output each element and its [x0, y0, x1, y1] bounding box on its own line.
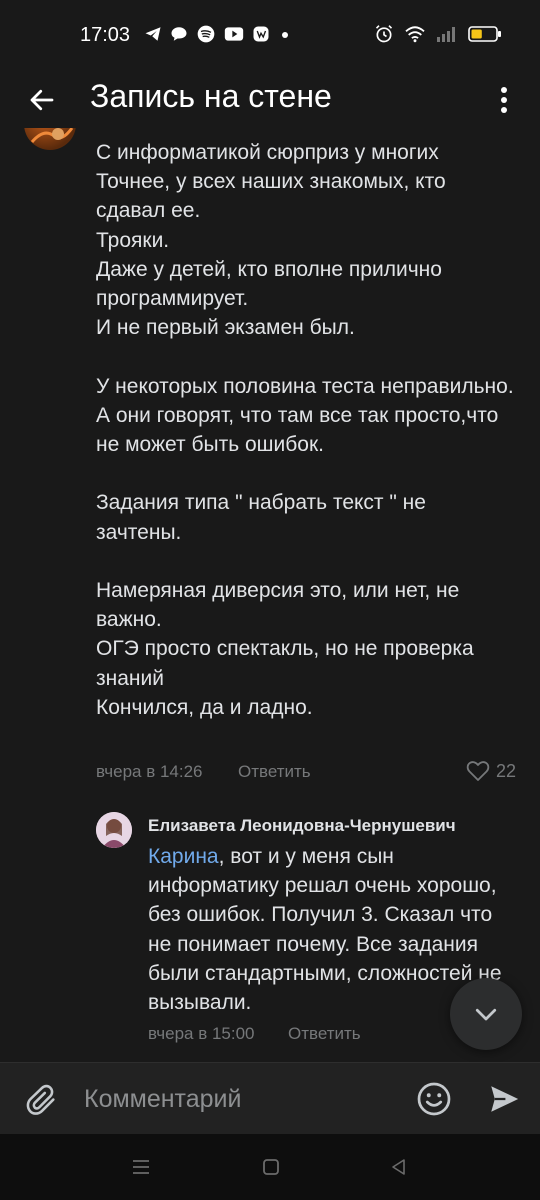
avatar[interactable]: [24, 128, 76, 150]
smile-icon: [417, 1082, 451, 1116]
home-button[interactable]: [256, 1154, 286, 1180]
more-vertical-icon: [501, 87, 507, 113]
status-bar: 17:03: [0, 0, 540, 72]
avatar-image: [30, 128, 74, 144]
reply-time: вчера в 15:00: [148, 1024, 255, 1043]
chevron-down-icon: [475, 1008, 497, 1021]
reply-author[interactable]: Елизавета Леонидовна-Чернушевич: [148, 816, 528, 836]
comment-input[interactable]: [84, 1077, 384, 1121]
status-system-icons: [374, 24, 502, 44]
like-count: 22: [495, 760, 516, 781]
scroll-down-button[interactable]: [450, 978, 522, 1050]
reply-button[interactable]: Ответить: [238, 762, 311, 782]
like-button[interactable]: 22: [466, 760, 516, 782]
comment-meta: вчера в 14:26 Ответить 22: [96, 758, 516, 786]
youtube-icon: [224, 27, 244, 41]
signal-icon: [437, 27, 455, 42]
telegram-icon: [145, 27, 161, 41]
send-icon: [491, 1086, 519, 1112]
app-bar: Запись на стене: [0, 72, 540, 128]
system-navigation-bar: [0, 1134, 540, 1200]
spotify-icon: [197, 25, 215, 43]
heart-icon: [466, 761, 490, 781]
more-options-button[interactable]: [494, 82, 514, 118]
square-icon: [263, 1159, 279, 1175]
avatar[interactable]: [96, 812, 132, 848]
chat-icon: [171, 27, 187, 41]
reply-button[interactable]: Ответить: [288, 1024, 361, 1044]
menu-icon: [133, 1160, 149, 1174]
comment-text: С информатикой сюрприз у многих Точнее, …: [96, 141, 514, 719]
battery-icon: [468, 26, 501, 42]
vk-icon: [253, 26, 269, 42]
avatar-image: [96, 812, 132, 848]
reply-body: , вот и у меня сын информатику решал оче…: [148, 845, 502, 1015]
alarm-icon: [375, 25, 393, 43]
comment-composer: [0, 1062, 540, 1134]
triangle-back-icon: [392, 1159, 405, 1175]
paperclip-icon: [26, 1084, 55, 1115]
status-time: 17:03: [80, 24, 131, 46]
send-button[interactable]: [484, 1079, 524, 1119]
comments-thread[interactable]: С информатикой сюрприз у многих Точнее, …: [0, 128, 540, 1062]
mention-link[interactable]: Карина: [148, 845, 219, 868]
back-nav-button[interactable]: [384, 1154, 414, 1180]
wifi-icon: [405, 26, 425, 43]
back-button[interactable]: [24, 82, 60, 118]
emoji-button[interactable]: [414, 1079, 454, 1119]
status-notification-icons: [144, 24, 292, 44]
recent-apps-button[interactable]: [126, 1154, 156, 1180]
attach-button[interactable]: [22, 1081, 62, 1121]
dot-icon: [282, 32, 288, 38]
arrow-left-icon: [30, 89, 54, 111]
comment-time: вчера в 14:26: [96, 762, 203, 781]
page-title: Запись на стене: [90, 78, 332, 114]
